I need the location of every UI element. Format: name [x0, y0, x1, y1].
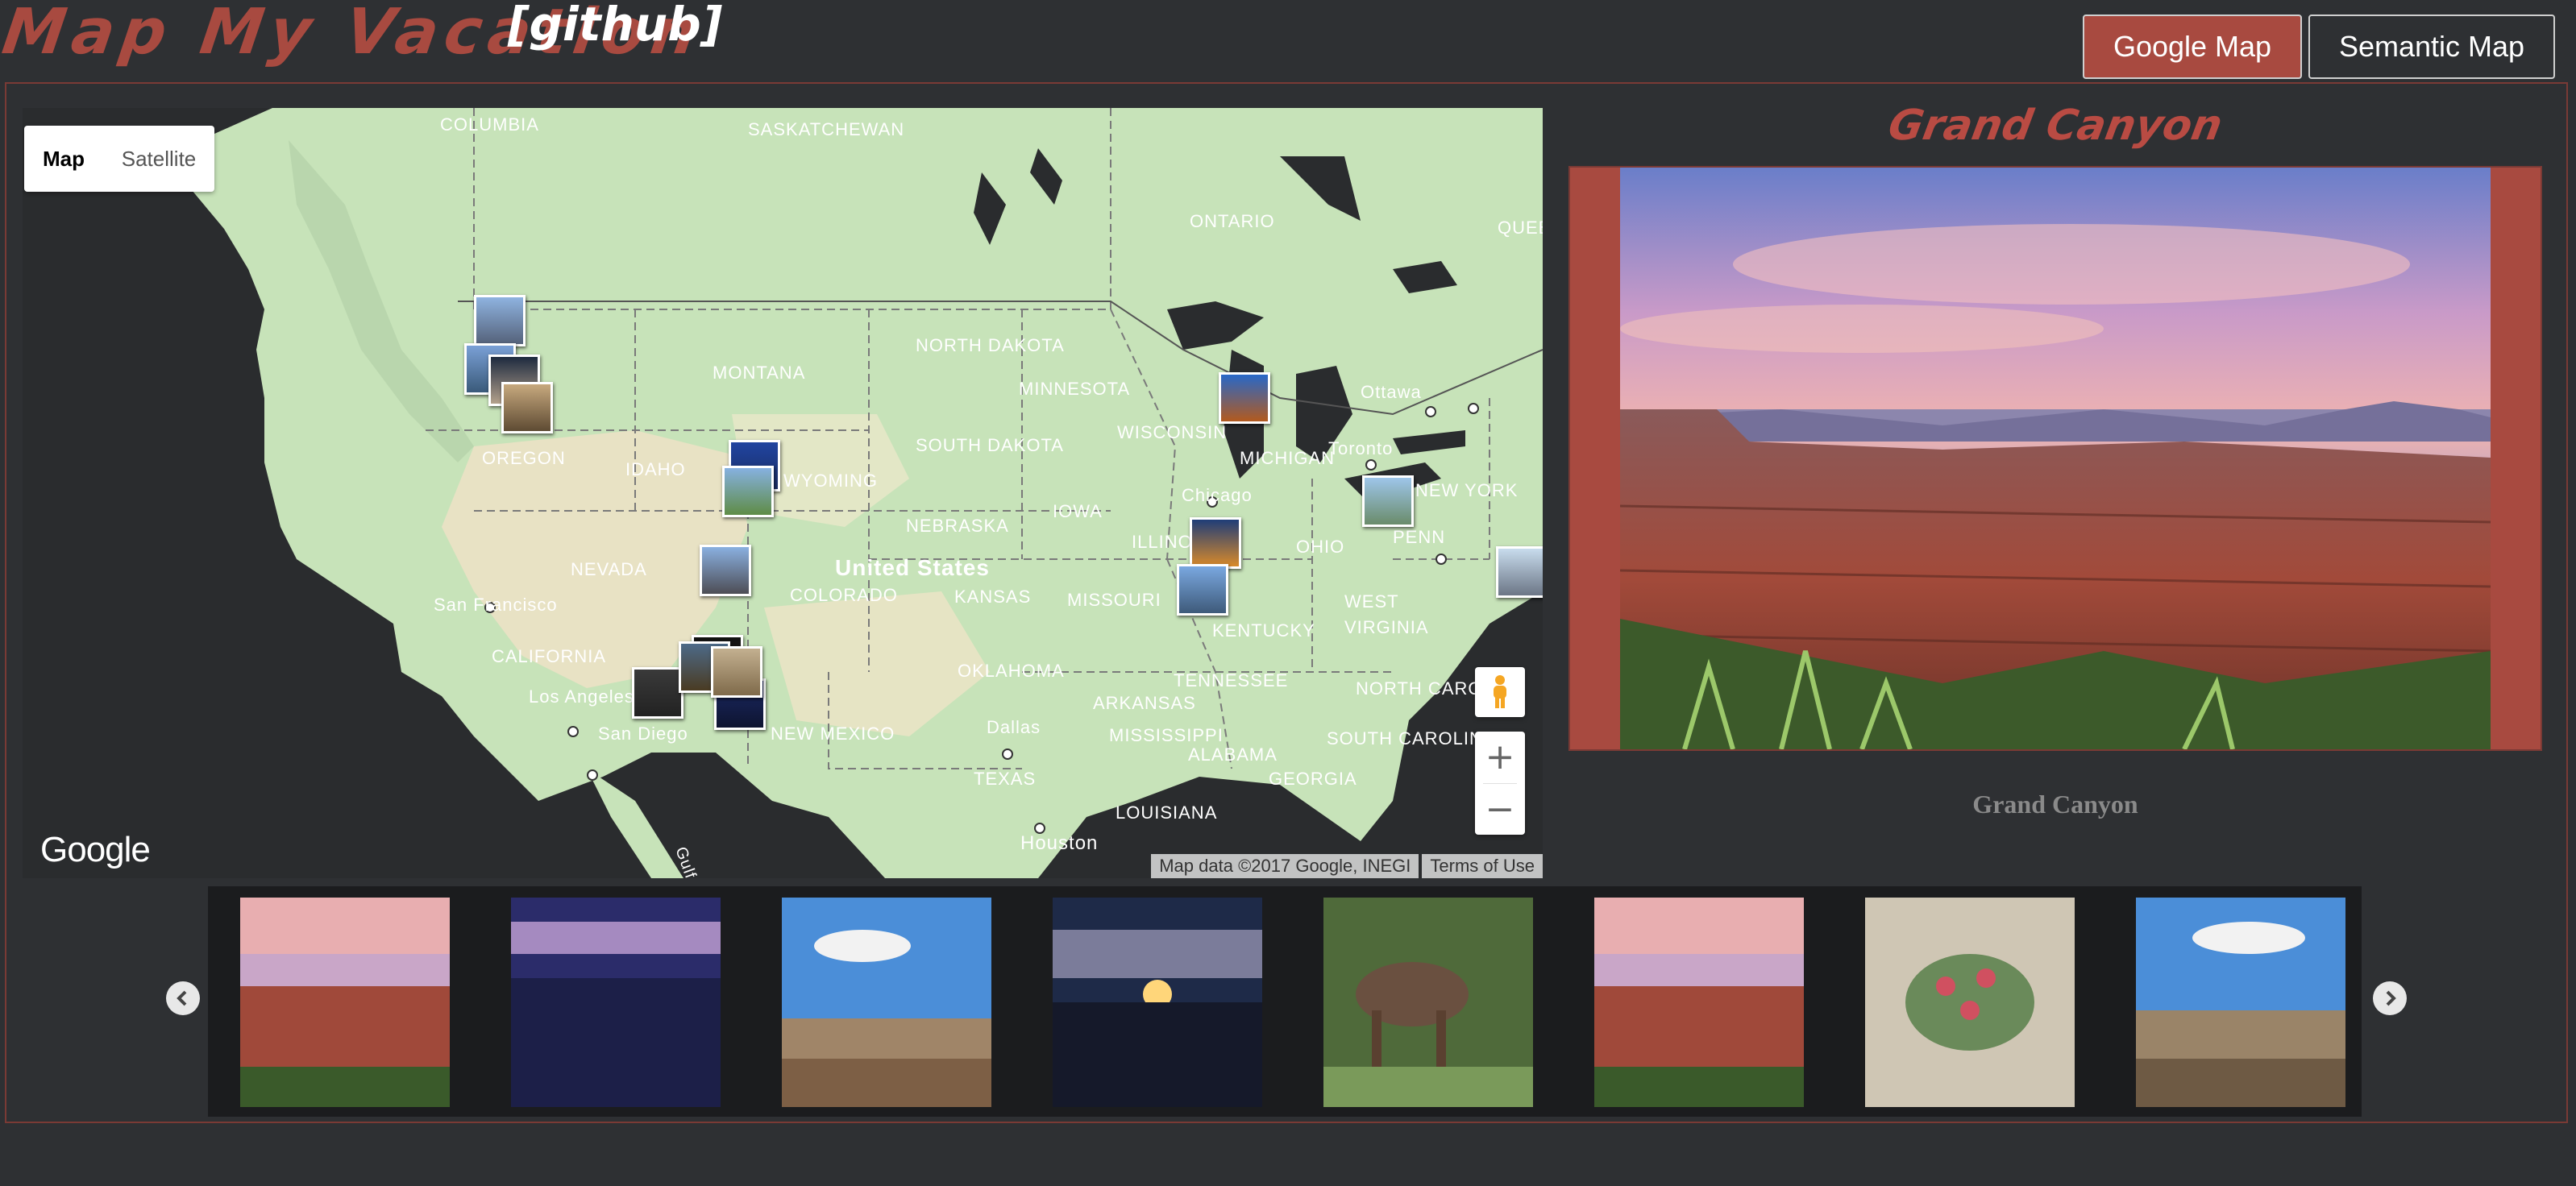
map-label-oregon: OREGON	[482, 448, 566, 468]
map-label-san-diego: San Diego	[598, 724, 688, 744]
map-label-missouri: MISSOURI	[1067, 590, 1161, 610]
featured-photo[interactable]	[1620, 168, 2491, 749]
zoom-control: + −	[1475, 732, 1525, 835]
map-type-control: Map Satellite	[24, 126, 214, 192]
carousel-prev-button[interactable]	[166, 981, 200, 1015]
map-label-saskatchewan: SASKATCHEWAN	[748, 119, 904, 139]
terms-of-use-link[interactable]: Terms of Use	[1422, 854, 1543, 878]
map-label-texas: TEXAS	[974, 769, 1036, 789]
map-label-columbia: COLUMBIA	[440, 114, 539, 135]
map-label-houston: Houston	[1020, 832, 1098, 854]
map-label-oklahoma: OKLAHOMA	[958, 661, 1065, 681]
photo-carousel	[208, 886, 2362, 1117]
tab-google-map[interactable]: Google Map	[2083, 15, 2302, 79]
thumbnail-4[interactable]	[1053, 898, 1262, 1107]
maptype-map-button[interactable]: Map	[24, 126, 103, 192]
location-title: Grand Canyon	[1884, 102, 2226, 150]
photo-marker-zion[interactable]	[632, 667, 683, 719]
map-label-chicago: Chicago	[1182, 485, 1253, 505]
map-label-united-states: United States	[835, 555, 990, 580]
map-label-new-mexico: NEW MEXICO	[771, 724, 895, 744]
street-view-pegman-icon[interactable]	[1475, 667, 1525, 717]
photo-caption: Grand Canyon	[1972, 790, 2138, 819]
photo-marker-salt-lake[interactable]	[700, 545, 751, 596]
photo-marker-nyc[interactable]	[1496, 546, 1543, 598]
map-label-south-carolina: SOUTH CAROLINA	[1327, 728, 1496, 749]
map-canvas[interactable]: COLUMBIA SASKATCHEWAN ONTARIO QUEBEC MON…	[23, 108, 1543, 878]
view-tabs: Google Map Semantic Map	[2083, 15, 2555, 79]
map-label-alabama: ALABAMA	[1188, 744, 1278, 765]
photo-marker-niagara[interactable]	[1362, 475, 1414, 527]
chevron-right-icon	[2386, 990, 2396, 1006]
map-label-dallas: Dallas	[987, 717, 1041, 737]
map-label-nevada: NEVADA	[571, 559, 647, 579]
zoom-out-button[interactable]: −	[1475, 784, 1525, 836]
carousel-next-button[interactable]	[2373, 981, 2407, 1015]
map-label-minnesota: MINNESOTA	[1019, 379, 1130, 399]
thumbnail-1[interactable]	[240, 898, 450, 1107]
map-label-toronto: Toronto	[1328, 438, 1393, 458]
map-label-ontario: ONTARIO	[1190, 211, 1275, 231]
thumbnail-6[interactable]	[1594, 898, 1804, 1107]
pegman-icon	[1494, 675, 1506, 708]
map-label-nebraska: NEBRASKA	[906, 516, 1009, 536]
map-label-michigan: MICHIGAN	[1240, 448, 1335, 468]
map-label-kentucky: KENTUCKY	[1212, 620, 1315, 641]
map-panel[interactable]: COLUMBIA SASKATCHEWAN ONTARIO QUEBEC MON…	[23, 108, 1543, 878]
map-label-colorado: COLORADO	[790, 585, 898, 605]
thumbnail-2[interactable]	[511, 898, 721, 1107]
tab-semantic-map[interactable]: Semantic Map	[2308, 15, 2555, 79]
map-label-wyoming: WYOMING	[783, 471, 878, 491]
zoom-in-button[interactable]: +	[1475, 732, 1525, 783]
map-label-arkansas: ARKANSAS	[1093, 693, 1196, 713]
map-label-ottawa: Ottawa	[1361, 382, 1422, 402]
map-label-south-dakota: SOUTH DAKOTA	[916, 435, 1064, 455]
map-label-san-francisco: San Francisco	[434, 595, 558, 615]
map-data-credit: Map data ©2017 Google, INEGI	[1151, 854, 1419, 878]
photo-marker-grand-canyon-3[interactable]	[711, 646, 762, 698]
thumbnail-3[interactable]	[782, 898, 991, 1107]
map-label-north-dakota: NORTH DAKOTA	[916, 335, 1065, 355]
map-label-iowa: IOWA	[1053, 501, 1103, 521]
map-label-los-angeles: Los Angeles	[529, 686, 634, 707]
photo-marker-yellowstone-2[interactable]	[722, 466, 774, 517]
map-label-mississippi: MISSISSIPPI	[1109, 725, 1224, 745]
map-label-penn: PENN	[1393, 527, 1445, 547]
photo-marker-seattle[interactable]	[474, 295, 526, 346]
map-label-wisconsin: WISCONSIN	[1117, 422, 1227, 442]
map-label-virginia: VIRGINIA	[1344, 617, 1429, 637]
google-logo: Google	[40, 830, 151, 869]
thumbnail-8[interactable]	[2136, 898, 2345, 1107]
map-label-california: CALIFORNIA	[492, 646, 606, 666]
photo-marker-chicago[interactable]	[1190, 517, 1241, 569]
map-label-quebec: QUEBEC	[1498, 218, 1543, 238]
map-label-idaho: IDAHO	[625, 459, 686, 479]
map-label-new-york: NEW YORK	[1415, 480, 1518, 500]
map-label-kansas: KANSAS	[954, 587, 1031, 607]
photo-marker-michigan[interactable]	[1219, 372, 1270, 424]
map-label-west-virginia: WEST	[1344, 591, 1399, 612]
thumbnail-5[interactable]	[1323, 898, 1533, 1107]
map-label-louisiana: LOUISIANA	[1116, 802, 1217, 823]
maptype-satellite-button[interactable]: Satellite	[103, 126, 214, 192]
map-label-montana: MONTANA	[713, 363, 805, 383]
map-attribution: Map data ©2017 Google, INEGI Terms of Us…	[1151, 854, 1543, 878]
photo-marker-portland-2[interactable]	[501, 382, 553, 433]
chevron-left-icon	[177, 990, 187, 1006]
map-label-georgia: GEORGIA	[1269, 769, 1357, 789]
featured-photo-frame	[1568, 166, 2542, 751]
map-label-tennessee: TENNESSEE	[1174, 670, 1288, 690]
github-link[interactable]: [github]	[508, 0, 722, 53]
map-label-ohio: OHIO	[1296, 537, 1344, 557]
photo-marker-chicago-2[interactable]	[1177, 564, 1228, 616]
thumbnail-7[interactable]	[1865, 898, 2075, 1107]
